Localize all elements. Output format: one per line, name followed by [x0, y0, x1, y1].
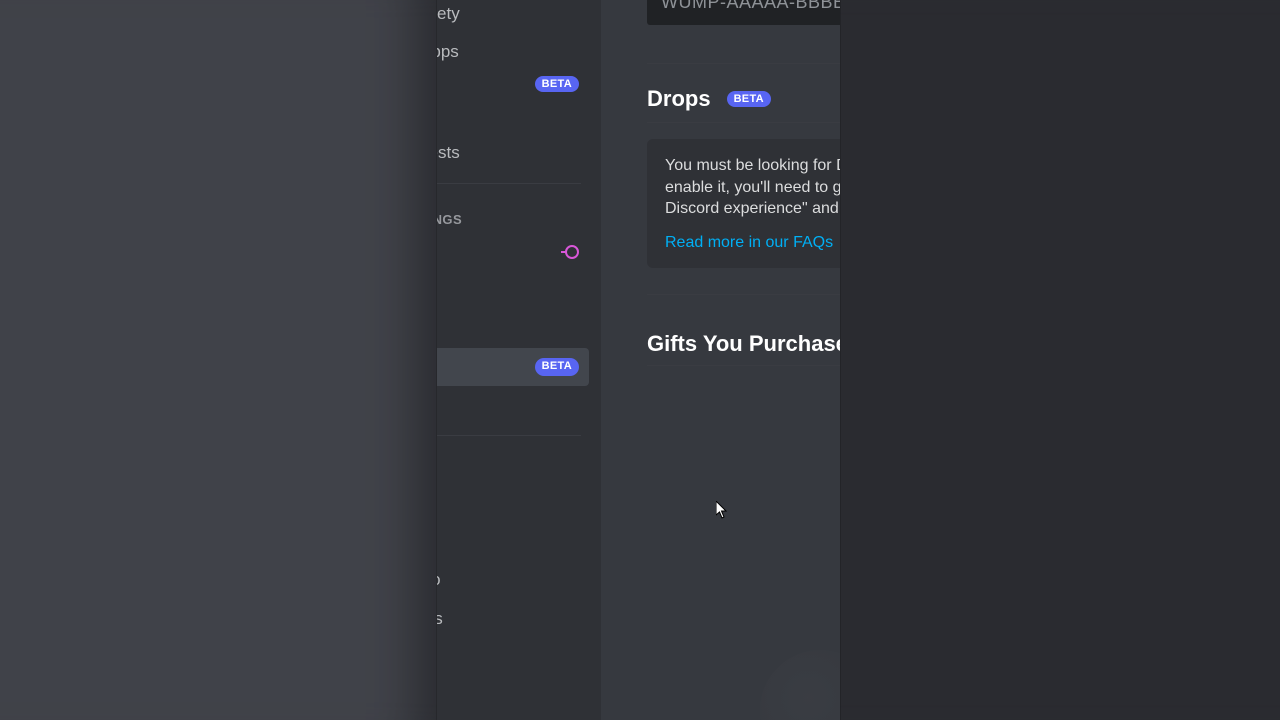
beta-badge: BETA — [535, 76, 579, 92]
sidebar-item-keybinds[interactable]: Keybinds — [437, 676, 589, 714]
sidebar-item-label: Subscriptions — [437, 318, 579, 338]
sidebar-item-subscriptions[interactable]: Subscriptions — [437, 309, 589, 347]
sidebar-separator — [437, 435, 581, 436]
sidebar-item-label: Nitro — [437, 242, 559, 262]
sidebar-item-label: Appearance — [437, 494, 579, 514]
nitro-icon — [565, 245, 579, 259]
drops-header: Drops BETA — [647, 86, 840, 112]
sidebar-item-appearance[interactable]: Appearance — [437, 485, 589, 523]
sidebar-item-label: Connections — [437, 105, 579, 125]
sidebar-item-label: Server Boost — [437, 280, 579, 300]
sidebar-header-app: APP SETTINGS — [437, 446, 589, 485]
section-divider — [647, 294, 840, 295]
drops-text-line: Discord experience" and "In-game rewards… — [665, 198, 840, 220]
drops-info-card: You must be looking for Discord Drops! T… — [647, 139, 840, 268]
beta-badge: BETA — [535, 358, 579, 375]
sidebar-item-privacy-safety[interactable]: Privacy & Safety — [437, 0, 589, 33]
sidebar-item-authorized-apps[interactable]: Authorized Apps — [437, 33, 589, 71]
drops-faq-link[interactable]: Read more in our FAQs — [665, 234, 833, 252]
sidebar-item-text-images[interactable]: Text & Images — [437, 600, 589, 638]
sidebar-item-gift-inventory[interactable]: Gift Inventory BETA — [437, 348, 589, 386]
sidebar-header-billing: BILLING SETTINGS — [437, 194, 589, 233]
sidebar-item-accessibility[interactable]: Accessibility — [437, 523, 589, 561]
settings-content: WUMP-AAAAA-BBBBB-CCCCC Drops BETA You mu… — [601, 0, 840, 720]
drops-title: Drops — [647, 86, 711, 112]
section-divider — [647, 63, 840, 64]
sidebar-item-label: Billing — [437, 395, 579, 415]
drops-text-line: You must be looking for Discord Drops! T… — [665, 155, 840, 177]
decorative-circle — [760, 650, 840, 720]
sidebar-separator — [437, 183, 581, 184]
sidebar-item-notifications[interactable]: Notifications — [437, 638, 589, 676]
settings-viewport: Privacy & Safety Authorized Apps BETA Co… — [437, 0, 840, 720]
sidebar-item-connections[interactable]: Connections — [437, 96, 589, 134]
sidebar-item-friend-requests[interactable]: Friend Requests — [437, 134, 589, 172]
sidebar-item-label: Privacy & Safety — [437, 4, 579, 24]
sidebar-item-label: Voice & Video — [437, 570, 579, 590]
section-underline — [647, 365, 840, 366]
beta-badge: BETA — [727, 91, 771, 107]
sidebar-item-billing[interactable]: Billing — [437, 386, 589, 424]
gifts-purchased-title: Gifts You Purchased — [647, 331, 840, 357]
settings-sidebar: Privacy & Safety Authorized Apps BETA Co… — [437, 0, 601, 720]
sidebar-item-label: Friend Requests — [437, 143, 579, 163]
drops-text-line: enable it, you'll need to go enable "Imp… — [665, 177, 840, 199]
section-underline — [647, 122, 840, 123]
sidebar-item-label: Gift Inventory — [437, 357, 529, 377]
sidebar-item-server-boost[interactable]: Server Boost — [437, 271, 589, 309]
sidebar-item-label: Keybinds — [437, 685, 579, 705]
sidebar-item-label: Accessibility — [437, 532, 579, 552]
sidebar-item-voice-video[interactable]: Voice & Video — [437, 561, 589, 599]
sidebar-item-label: Notifications — [437, 647, 579, 667]
sidebar-item-nitro[interactable]: Nitro — [437, 233, 589, 271]
redeem-code-placeholder: WUMP-AAAAA-BBBBB-CCCCC — [661, 0, 840, 12]
sidebar-beta-row: BETA — [437, 72, 589, 96]
sidebar-item-label: Authorized Apps — [437, 42, 579, 62]
sidebar-item-label: Text & Images — [437, 609, 579, 629]
redeem-code-input[interactable]: WUMP-AAAAA-BBBBB-CCCCC — [647, 0, 840, 25]
